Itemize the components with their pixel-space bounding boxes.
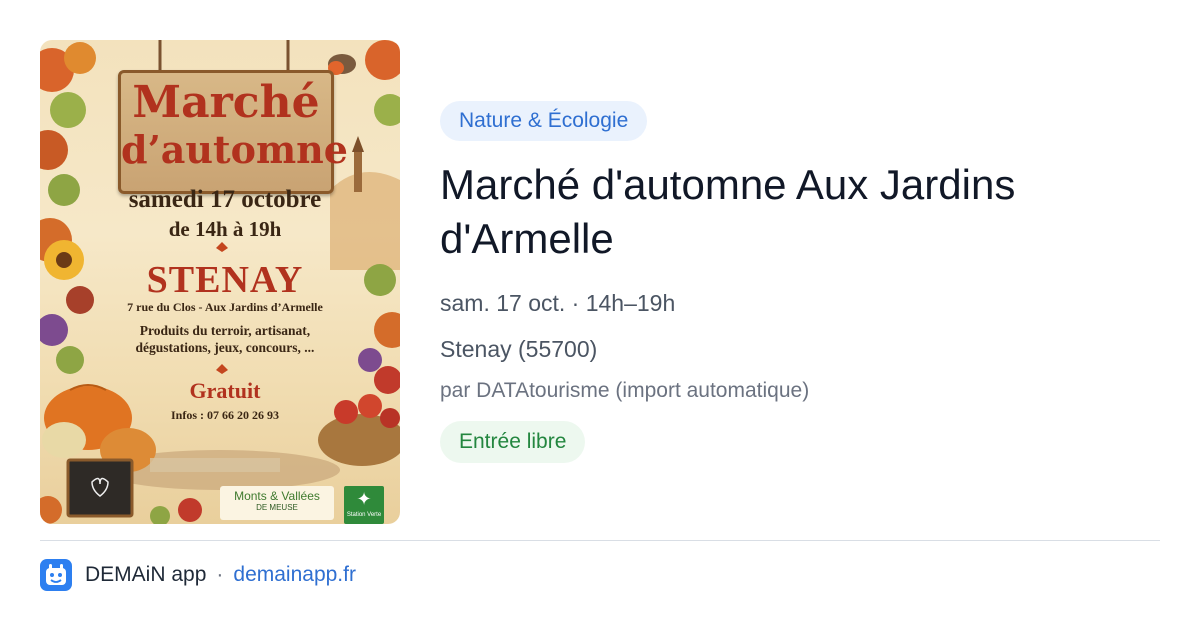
- poster-time: de 14h à 19h: [168, 217, 282, 241]
- app-name: DEMAiN app: [85, 563, 207, 586]
- event-location: Stenay (55700): [440, 336, 598, 362]
- poster-town: STENAY: [146, 259, 304, 301]
- app-url-link[interactable]: demainapp.fr: [233, 563, 356, 587]
- app-logo-icon: [40, 559, 72, 591]
- station-verte-icon: ✦: [356, 489, 372, 509]
- footer-divider: [40, 540, 1160, 541]
- poster-products: Produits du terroir, artisanat, dégustat…: [102, 322, 348, 356]
- event-datetime: sam. 17 oct. · 14h–19h: [440, 290, 676, 316]
- footer-separator: ·: [216, 563, 224, 586]
- event-source: par DATAtourisme (import automatique): [440, 379, 810, 402]
- event-poster-image: Marché d’automne samedi 17 octobre de 14…: [40, 40, 400, 524]
- poster-info: Infos : 07 66 20 26 93: [170, 408, 279, 422]
- poster-products-line2: dégustations, jeux, concours, ...: [135, 340, 315, 355]
- event-preview-card[interactable]: Marché d’automne samedi 17 octobre de 14…: [0, 0, 1200, 630]
- poster-price: Gratuit: [189, 378, 261, 403]
- poster-date: samedi 17 octobre: [128, 186, 322, 213]
- logo-line1: Monts & Vallées: [234, 489, 320, 503]
- poster-address: 7 rue du Clos - Aux Jardins d’Armelle: [127, 300, 323, 314]
- poster-products-line1: Produits du terroir, artisanat,: [139, 323, 311, 338]
- footer: DEMAiN app · demainapp.fr: [40, 558, 356, 592]
- poster-title-sign: Marché d’automne: [118, 70, 348, 194]
- poster-title-line2: d’automne: [121, 127, 348, 172]
- price-badge: Entrée libre: [440, 421, 586, 463]
- station-verte-text: Station Verte: [346, 512, 382, 518]
- category-badge[interactable]: Nature & Écologie: [440, 101, 648, 141]
- poster-title-line1: Marché: [132, 77, 320, 128]
- station-verte-logo: ✦ Station Verte: [344, 486, 384, 524]
- monts-vallees-logo: Monts & Vallées DE MEUSE: [220, 486, 334, 520]
- event-title[interactable]: Marché d'automne Aux Jardins d'Armelle: [440, 158, 1140, 266]
- logo-line2: DE MEUSE: [256, 503, 298, 512]
